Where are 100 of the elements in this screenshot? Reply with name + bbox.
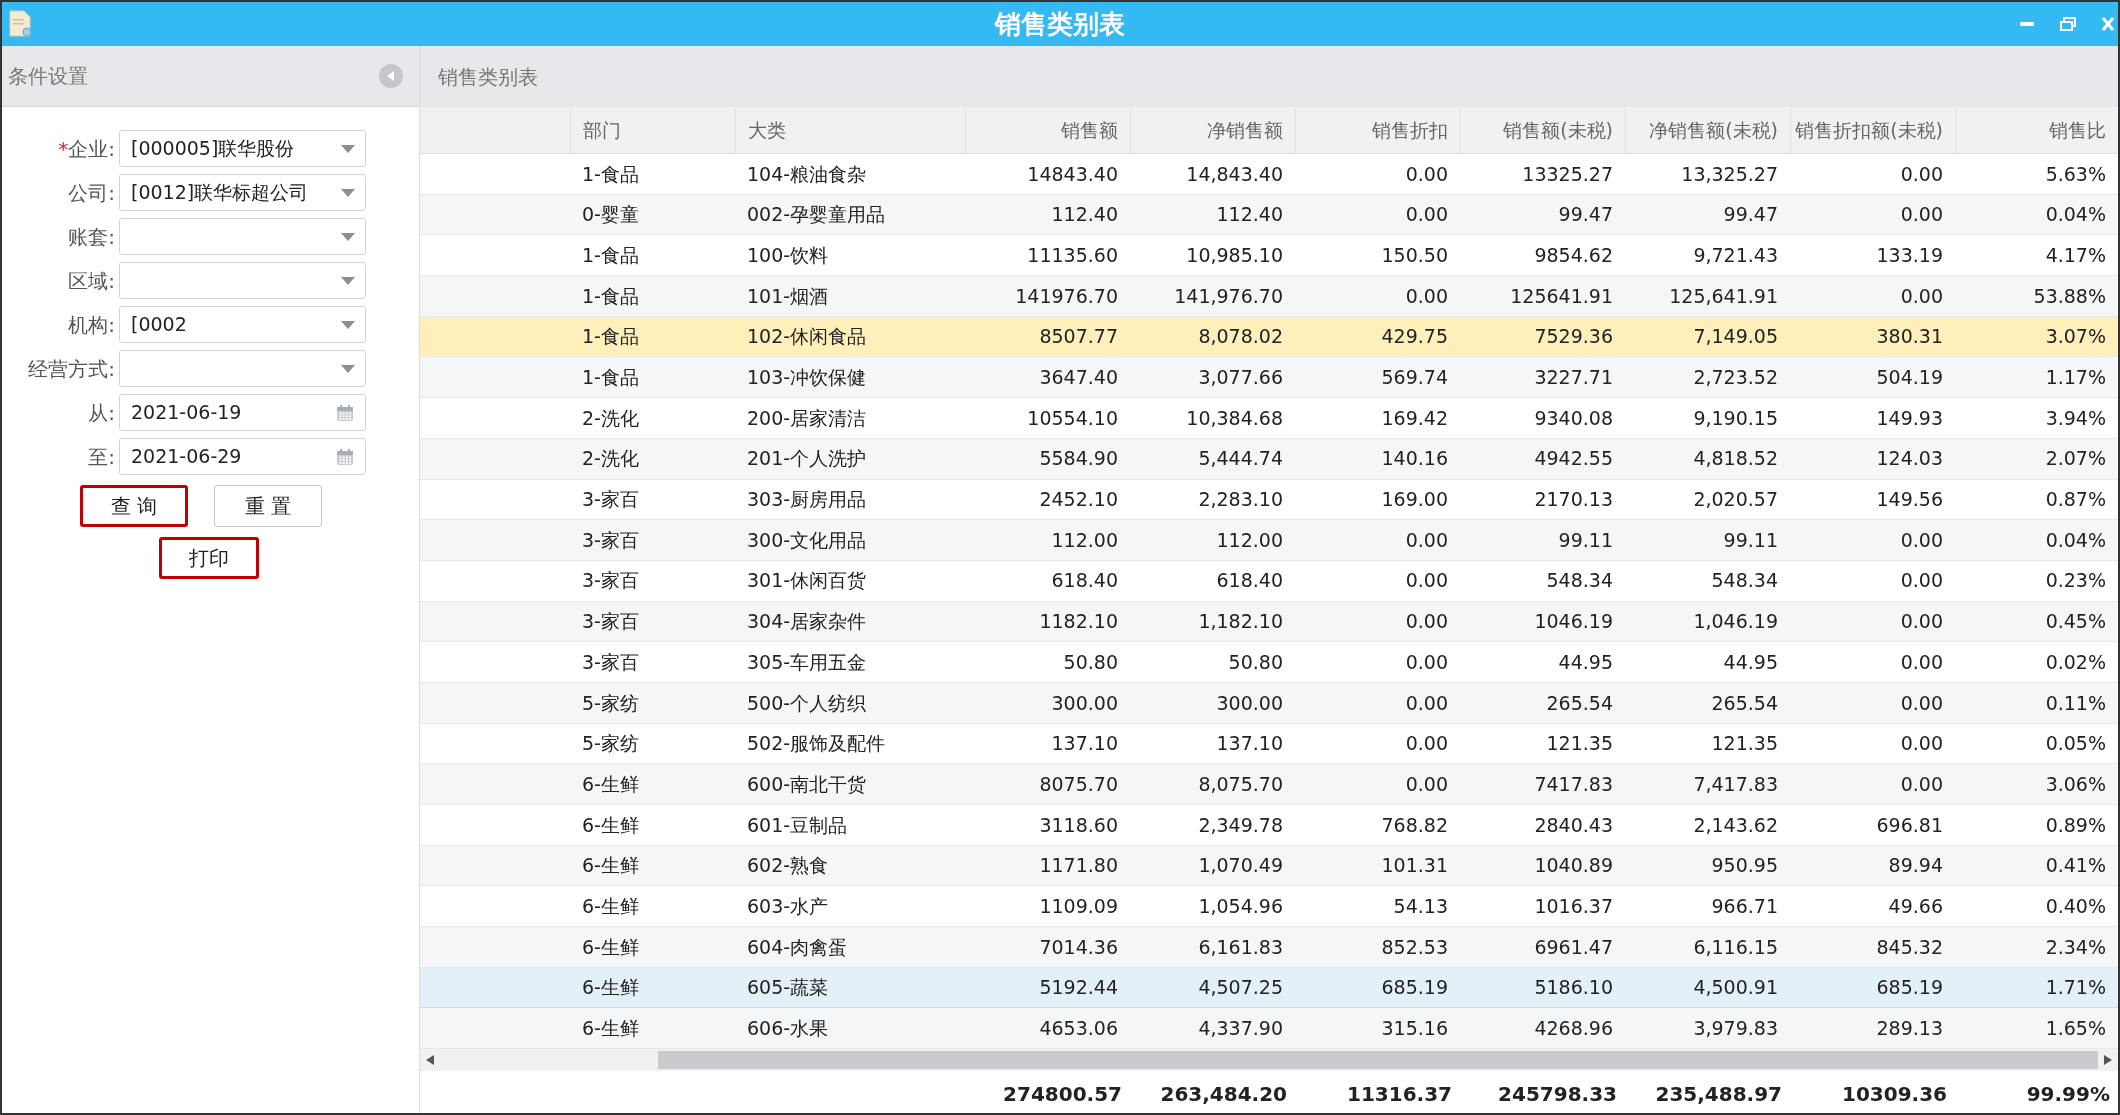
table-cell-text: 1046.19 (1534, 609, 1613, 635)
table-cell-text: 0.87% (2045, 487, 2106, 513)
collapse-icon[interactable] (379, 64, 403, 88)
table-cell-text: 150.50 (1381, 242, 1448, 268)
column-header[interactable]: 销售折扣额(未税) (1795, 115, 1943, 145)
table-cell-text: 6-生鲜 (582, 934, 639, 960)
required-mark: * (58, 135, 69, 163)
dropdown-field[interactable] (119, 350, 366, 387)
horizontal-scrollbar[interactable] (420, 1049, 2118, 1072)
table-cell-text: 3-家百 (582, 568, 639, 594)
table-row[interactable]: 6-生鲜 600-南北干货 8075.70 8,075.70 0.00 7417.83 7,417.83 0.00 3.06% (420, 764, 2118, 805)
table-cell-text: 1-食品 (582, 324, 639, 350)
column-header[interactable]: 大类 (748, 115, 786, 145)
table-cell-text: 3,979.83 (1693, 1016, 1778, 1042)
total-value: 245798.33 (1498, 1081, 1617, 1109)
table-cell-text: 1016.37 (1534, 893, 1613, 919)
table-cell-text: 6-生鲜 (582, 1016, 639, 1042)
table-cell-text: 99.47 (1723, 202, 1778, 228)
dropdown-caret-icon[interactable] (341, 320, 355, 329)
column-header[interactable]: 净销售额 (1207, 115, 1283, 145)
dropdown-field[interactable]: [0012]联华标超公司 (119, 174, 366, 211)
table-cell-text: 4,507.25 (1198, 975, 1283, 1001)
table-cell-text: 601-豆制品 (747, 812, 848, 838)
table-cell-text: 6961.47 (1534, 934, 1613, 960)
restore-icon[interactable] (2060, 17, 2076, 31)
table-cell-text: 265.54 (1711, 690, 1778, 716)
table-row[interactable]: 6-生鲜 604-肉禽蛋 7014.36 6,161.83 852.53 6961.47 6,116.15 845.32 2.34% (420, 927, 2118, 968)
table-row[interactable]: 0-婴童 002-孕婴童用品 112.40 112.40 0.00 99.47 99.47 0.00 0.04% (420, 194, 2118, 236)
table-cell-text: 1109.09 (1039, 893, 1118, 919)
date-field[interactable]: 2021-06-19 (119, 394, 366, 431)
date-field[interactable]: 2021-06-29 (119, 438, 366, 475)
total-value: 274800.57 (1003, 1081, 1122, 1109)
table-cell-text: 121.35 (1546, 731, 1613, 757)
column-header[interactable]: 销售比 (2049, 115, 2106, 145)
dropdown-field[interactable] (119, 218, 366, 255)
table-cell-text: 133.19 (1876, 242, 1943, 268)
column-header[interactable]: 销售额(未税) (1503, 115, 1613, 145)
table-cell-text: 7417.83 (1534, 771, 1613, 797)
table-cell-text: 696.81 (1876, 812, 1943, 838)
table-row[interactable]: 6-生鲜 606-水果 4653.06 4,337.90 315.16 4268.96 3,979.83 289.13 1.65% (420, 1008, 2118, 1050)
table-cell-text: 3-家百 (582, 527, 639, 553)
table-cell-text: 8,075.70 (1198, 771, 1283, 797)
form-button[interactable]: 重 置 (214, 485, 322, 527)
column-header[interactable]: 销售额 (1061, 115, 1118, 145)
table-row[interactable]: 1-食品 102-休闲食品 8507.77 8,078.02 429.75 7529.36 7,149.05 380.31 3.07% (420, 316, 2118, 358)
table-cell-text: 9,190.15 (1693, 405, 1778, 431)
table-cell-text: 99.11 (1558, 527, 1613, 553)
table-cell-text: 2.07% (2045, 446, 2106, 472)
table-cell-text: 0.45% (2045, 609, 2106, 635)
column-header[interactable]: 净销售额(未税) (1649, 115, 1778, 145)
table-row[interactable]: 6-生鲜 605-蔬菜 5192.44 4,507.25 685.19 5186.10 4,500.91 685.19 1.71% (420, 967, 2118, 1009)
dropdown-caret-icon[interactable] (341, 188, 355, 197)
table-cell-text: 2,283.10 (1198, 487, 1283, 513)
form-button[interactable]: 查 询 (80, 485, 188, 527)
print-button[interactable]: 打印 (159, 537, 259, 579)
table-row[interactable]: 1-食品 103-冲饮保健 3647.40 3,077.66 569.74 3227.71 2,723.52 504.19 1.17% (420, 357, 2118, 399)
table-row[interactable]: 2-洗化 201-个人洗护 5584.90 5,444.74 140.16 4942.55 4,818.52 124.03 2.07% (420, 438, 2118, 480)
table-row[interactable]: 6-生鲜 602-熟食 1171.80 1,070.49 101.31 1040.89 950.95 89.94 0.41% (420, 845, 2118, 887)
dropdown-caret-icon[interactable] (341, 276, 355, 285)
dropdown-field[interactable]: [000005]联华股份 (119, 130, 366, 167)
column-header[interactable]: 销售折扣 (1372, 115, 1448, 145)
table-cell-text: 0.00 (1405, 731, 1448, 757)
dropdown-field[interactable] (119, 262, 366, 299)
table-row[interactable]: 1-食品 101-烟酒 141976.70 141,976.70 0.00 125641.91 125,641.91 0.00 53.88% (420, 276, 2118, 317)
dropdown-field[interactable]: [0002 (119, 306, 366, 343)
scrollbar-thumb[interactable] (658, 1051, 2098, 1070)
table-cell-text: 2.34% (2045, 934, 2106, 960)
close-icon[interactable] (2102, 17, 2114, 31)
table-cell-text: 6-生鲜 (582, 853, 639, 879)
table-cell-text: 50.80 (1228, 649, 1283, 675)
table-cell-text: 289.13 (1876, 1016, 1943, 1042)
table-cell-text: 0.02% (2045, 649, 2106, 675)
table-cell-text: 0.04% (2045, 202, 2106, 228)
table-cell-text: 0.00 (1405, 649, 1448, 675)
table-row[interactable]: 5-家纺 500-个人纺织 300.00 300.00 0.00 265.54 265.54 0.00 0.11% (420, 682, 2118, 724)
table-cell-text: 1,182.10 (1198, 609, 1283, 635)
table-cell-text: 1.17% (2045, 365, 2106, 391)
table-cell-text: 121.35 (1711, 731, 1778, 757)
table-cell-text: 169.42 (1381, 405, 1448, 431)
scroll-left-icon[interactable] (426, 1055, 434, 1066)
table-cell-text: 140.16 (1381, 446, 1448, 472)
calendar-icon[interactable] (335, 402, 355, 423)
field-label: 企业: (68, 135, 115, 163)
calendar-icon[interactable] (335, 446, 355, 467)
dropdown-caret-icon[interactable] (341, 364, 355, 373)
field-label: 账套: (68, 223, 115, 251)
scroll-right-icon[interactable] (2104, 1055, 2112, 1066)
report-title: 销售类别表 (438, 63, 538, 91)
table-row[interactable]: 3-家百 304-居家杂件 1182.10 1,182.10 0.00 1046.19 1,046.19 0.00 0.45% (420, 601, 2118, 643)
table-cell-text: 0.00 (1900, 609, 1943, 635)
table-cell-text: 300.00 (1216, 690, 1283, 716)
table-cell-text: 10554.10 (1027, 405, 1118, 431)
table-cell-text: 300.00 (1051, 690, 1118, 716)
dropdown-caret-icon[interactable] (341, 232, 355, 241)
table-cell-text: 6-生鲜 (582, 893, 639, 919)
table-cell-text: 6,116.15 (1693, 934, 1778, 960)
dropdown-caret-icon[interactable] (341, 144, 355, 153)
table-row[interactable]: 3-家百 300-文化用品 112.00 112.00 0.00 99.11 99.11 0.00 0.04% (420, 520, 2118, 561)
column-header[interactable]: 部门 (583, 115, 621, 145)
table-cell-text: 7,417.83 (1693, 771, 1778, 797)
